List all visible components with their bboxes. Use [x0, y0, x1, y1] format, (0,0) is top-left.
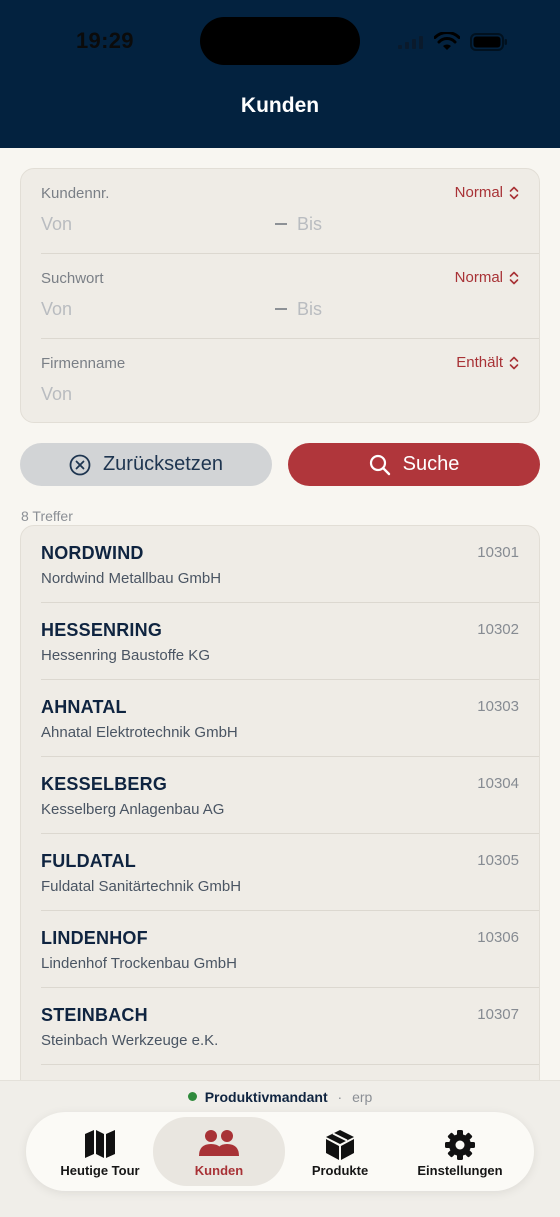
filter-from-input[interactable]: Von — [41, 214, 72, 235]
filter-label: Suchwort — [41, 270, 104, 287]
customer-code: AHNATAL — [41, 697, 127, 717]
wifi-icon — [434, 32, 460, 50]
filter-to-input[interactable]: Bis — [297, 214, 322, 235]
filter-to-input[interactable]: Bis — [297, 299, 322, 320]
list-item[interactable]: FULDATAL Fuldatal Sanitärtechnik GmbH 10… — [21, 834, 539, 911]
close-circle-icon — [69, 454, 91, 475]
tab-kunden[interactable]: Kunden — [153, 1117, 285, 1186]
status-time: 19:29 — [76, 28, 134, 53]
mandant-separator: · — [337, 1089, 343, 1105]
chevron-up-down-icon — [509, 186, 519, 199]
range-dash — [275, 308, 287, 310]
tab-label: Kunden — [194, 1163, 244, 1178]
chevron-up-down-icon — [509, 271, 519, 284]
filter-mode-select[interactable]: Normal — [455, 269, 519, 286]
reset-button-label: Zurücksetzen — [102, 453, 224, 475]
customer-number: 10305 — [477, 852, 519, 869]
customer-number: 10304 — [477, 775, 519, 792]
map-icon — [85, 1130, 115, 1158]
search-button[interactable]: Suche — [288, 443, 540, 486]
list-item[interactable]: STEINBACH Steinbach Werkzeuge e.K. 10307 — [21, 988, 539, 1065]
battery-icon — [470, 33, 507, 51]
customer-code: FULDATAL — [41, 851, 136, 871]
filter-row-customer-number: Kundennr. Normal Von Bis — [21, 169, 539, 254]
customer-code: KESSELBERG — [41, 774, 168, 794]
filter-card: Kundennr. Normal Von Bis Suchwort Normal… — [20, 168, 540, 423]
filter-company-input[interactable]: Von — [41, 384, 72, 405]
filter-from-input[interactable]: Von — [41, 299, 72, 320]
customer-number: 10303 — [477, 698, 519, 715]
page-title: Kunden — [240, 94, 320, 117]
filter-mode-label: Normal — [454, 269, 503, 286]
tab-bar: Heutige Tour Kunden Produkte Einstellung… — [26, 1112, 534, 1191]
filter-label: Firmenname — [41, 355, 126, 372]
filter-row-search-word: Suchwort Normal Von Bis — [21, 254, 539, 339]
customer-name: Steinbach Werkzeuge e.K. — [41, 1032, 219, 1049]
list-item[interactable]: NORDWIND Nordwind Metallbau GmbH 10301 — [21, 526, 539, 603]
filter-row-company-name: Firmenname Enthält Von — [21, 339, 539, 424]
gear-icon — [445, 1130, 475, 1160]
customer-number: 10302 — [477, 621, 519, 638]
customer-number: 10306 — [477, 929, 519, 946]
filter-mode-select[interactable]: Normal — [455, 184, 519, 201]
customer-code: LINDENHOF — [41, 928, 148, 948]
results-list: NORDWIND Nordwind Metallbau GmbH 10301 H… — [20, 525, 540, 1125]
tab-label: Produkte — [311, 1163, 369, 1178]
filter-mode-label: Normal — [454, 184, 503, 201]
divider — [41, 1064, 539, 1065]
range-dash — [275, 223, 287, 225]
filter-mode-label: Enthält — [456, 354, 503, 371]
dynamic-island — [200, 17, 360, 65]
customer-name: Fuldatal Sanitärtechnik GmbH — [41, 878, 242, 895]
bottom-bar: Produktivmandant · erp Heutige Tour Kund… — [0, 1080, 560, 1217]
reset-button[interactable]: Zurücksetzen — [20, 443, 272, 486]
result-count: 8 Treffer — [21, 508, 73, 524]
signal-icon — [398, 36, 423, 49]
customer-name: Ahnatal Elektrotechnik GmbH — [41, 724, 238, 741]
filter-mode-select[interactable]: Enthält — [456, 354, 519, 371]
list-item[interactable]: KESSELBERG Kesselberg Anlagenbau AG 1030… — [21, 757, 539, 834]
tab-produkte[interactable]: Produkte — [274, 1117, 406, 1186]
list-item[interactable]: AHNATAL Ahnatal Elektrotechnik GmbH 1030… — [21, 680, 539, 757]
customer-name: Lindenhof Trockenbau GmbH — [41, 955, 237, 972]
app-header: 19:29 Kunden — [0, 0, 560, 148]
box-icon — [326, 1130, 354, 1160]
filter-label: Kundennr. — [41, 185, 110, 202]
search-icon — [369, 454, 390, 475]
customer-code: NORDWIND — [41, 543, 144, 563]
customer-code: STEINBACH — [41, 1005, 148, 1025]
customer-code: HESSENRING — [41, 620, 163, 640]
tab-einstellungen[interactable]: Einstellungen — [394, 1117, 526, 1186]
status-icons — [398, 30, 508, 54]
chevron-up-down-icon — [509, 356, 519, 369]
customer-name: Hessenring Baustoffe KG — [41, 647, 210, 664]
mandant-system: erp — [352, 1089, 373, 1105]
list-item[interactable]: HESSENRING Hessenring Baustoffe KG 10302 — [21, 603, 539, 680]
customer-number: 10307 — [477, 1006, 519, 1023]
customer-number: 10301 — [477, 544, 519, 561]
tab-label: Heutige Tour — [60, 1163, 140, 1178]
customer-name: Kesselberg Anlagenbau AG — [41, 801, 225, 818]
tab-heutige-tour[interactable]: Heutige Tour — [34, 1117, 166, 1186]
search-button-label: Suche — [402, 453, 460, 475]
customer-name: Nordwind Metallbau GmbH — [41, 570, 222, 587]
tab-label: Einstellungen — [417, 1163, 503, 1178]
people-icon — [199, 1130, 239, 1156]
status-dot — [187, 1092, 197, 1101]
mandant-name: Produktivmandant — [204, 1089, 328, 1105]
mandant-indicator: Produktivmandant · erp — [0, 1089, 560, 1105]
list-item[interactable]: LINDENHOF Lindenhof Trockenbau GmbH 1030… — [21, 911, 539, 988]
